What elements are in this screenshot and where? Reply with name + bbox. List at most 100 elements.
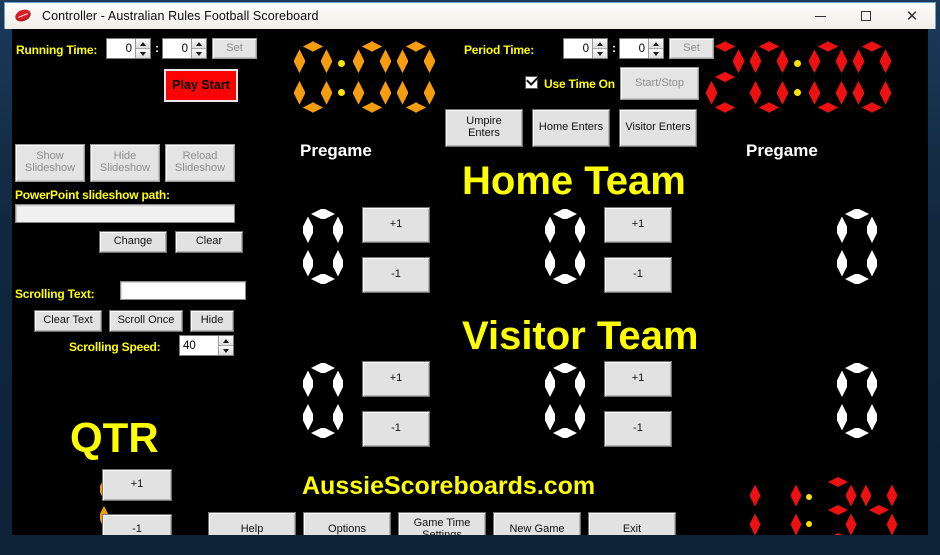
scrolling-speed-arrows[interactable] — [218, 336, 233, 355]
chevron-up-icon[interactable] — [136, 39, 150, 49]
title-bar: Controller - Australian Rules Football S… — [4, 2, 936, 29]
chevron-up-icon[interactable] — [219, 336, 233, 346]
scrolling-speed-label: Scrolling Speed: — [69, 340, 161, 354]
window-controls: ✕ — [797, 3, 935, 29]
quarter-label: QTR — [70, 414, 159, 461]
use-time-on-checkbox[interactable] — [525, 73, 539, 89]
seven-segment-digit — [750, 41, 788, 113]
help-button[interactable]: Help — [208, 512, 296, 535]
seven-segment-digit — [820, 477, 856, 535]
slideshow-path-input[interactable] — [15, 204, 235, 223]
chevron-down-icon[interactable] — [593, 49, 607, 58]
match-clock-status: Pregame — [300, 141, 372, 160]
chevron-down-icon[interactable] — [136, 49, 150, 58]
period-time-seconds-stepper[interactable]: 0 — [619, 38, 664, 59]
chevron-up-icon[interactable] — [192, 39, 206, 49]
chevron-down-icon[interactable] — [649, 49, 663, 58]
running-time-seconds-value: 0 — [181, 42, 188, 55]
maximize-icon[interactable] — [843, 3, 889, 29]
seven-segment-digit — [861, 477, 897, 535]
reload-slideshow-button[interactable]: Reload Slideshow — [165, 144, 235, 182]
seven-segment-digit — [303, 363, 343, 438]
seven-segment-digit — [765, 477, 801, 535]
seven-segment-digit — [706, 41, 744, 113]
scrolling-speed-stepper[interactable]: 40 — [179, 335, 234, 356]
football-icon — [12, 5, 34, 27]
minimize-icon[interactable] — [797, 3, 843, 29]
scrolling-text-ghost-label — [19, 272, 22, 283]
close-icon[interactable]: ✕ — [889, 3, 935, 29]
home-goals-plus-button[interactable]: +1 — [362, 207, 430, 243]
home-enters-button[interactable]: Home Enters — [532, 109, 610, 147]
period-clock-status: Pregame — [746, 141, 818, 160]
app-window: Controller - Australian Rules Football S… — [0, 0, 940, 555]
window-title: Controller - Australian Rules Football S… — [42, 9, 319, 23]
running-time-minutes-stepper[interactable]: 0 — [106, 38, 151, 59]
hide-slideshow-button[interactable]: Hide Slideshow — [90, 144, 160, 182]
visitor-behinds-minus-button[interactable]: -1 — [604, 411, 672, 447]
seven-segment-digit — [353, 41, 391, 113]
exit-button[interactable]: Exit — [588, 512, 676, 535]
period-time-minutes-stepper[interactable]: 0 — [563, 38, 608, 59]
branding-text: AussieScoreboards.com — [302, 472, 596, 500]
scrolling-text-input[interactable] — [120, 281, 246, 300]
scoreboard-controller-panel: Running Time: 0 : 0 Set Play Start Perio… — [12, 29, 928, 535]
home-behinds-plus-button[interactable]: +1 — [604, 207, 672, 243]
seven-segment-digit — [837, 363, 877, 438]
colon-separator — [794, 41, 801, 113]
chevron-up-icon[interactable] — [593, 39, 607, 49]
use-time-on-label: Use Time On — [544, 77, 615, 91]
period-time-separator: : — [612, 41, 616, 55]
visitor-goals-plus-button[interactable]: +1 — [362, 361, 430, 397]
slideshow-change-button[interactable]: Change — [99, 231, 167, 253]
colon-separator — [338, 41, 345, 113]
chevron-up-icon[interactable] — [649, 39, 663, 49]
running-time-set-button[interactable]: Set — [212, 38, 257, 59]
quarter-plus-button[interactable]: +1 — [102, 469, 172, 501]
running-time-label: Running Time: — [16, 43, 98, 57]
seven-segment-digit — [545, 363, 585, 438]
colon-separator — [806, 477, 812, 535]
new-game-button[interactable]: New Game — [493, 512, 581, 535]
seven-segment-digit — [853, 41, 891, 113]
quarter-minus-button[interactable]: -1 — [102, 514, 172, 535]
clear-scrolling-text-button[interactable]: Clear Text — [34, 310, 102, 332]
period-time-seconds-value: 0 — [638, 42, 645, 55]
home-goals-minus-button[interactable]: -1 — [362, 257, 430, 293]
period-time-seconds-arrows[interactable] — [648, 39, 663, 58]
period-time-minutes-value: 0 — [582, 42, 589, 55]
seven-segment-digit — [545, 209, 585, 284]
chevron-down-icon[interactable] — [219, 346, 233, 355]
seven-segment-digit — [303, 209, 343, 284]
running-time-separator: : — [155, 41, 159, 55]
seven-segment-digit — [809, 41, 847, 113]
play-start-button[interactable]: Play Start — [164, 69, 238, 102]
show-slideshow-button[interactable]: Show Slideshow — [15, 144, 85, 182]
chevron-down-icon[interactable] — [192, 49, 206, 58]
start-stop-button[interactable]: Start/Stop — [620, 67, 699, 100]
running-time-minutes-value: 0 — [125, 42, 132, 55]
seven-segment-digit — [837, 209, 877, 284]
scrolling-text-label: Scrolling Text: — [15, 287, 95, 301]
hide-scrolling-text-button[interactable]: Hide — [190, 310, 234, 332]
visitor-behinds-plus-button[interactable]: +1 — [604, 361, 672, 397]
visitor-enters-button[interactable]: Visitor Enters — [619, 109, 697, 147]
running-time-minutes-arrows[interactable] — [135, 39, 150, 58]
slideshow-clear-button[interactable]: Clear — [175, 231, 243, 253]
home-behinds-minus-button[interactable]: -1 — [604, 257, 672, 293]
visitor-goals-minus-button[interactable]: -1 — [362, 411, 430, 447]
slideshow-path-label: PowerPoint slideshow path: — [15, 188, 170, 202]
scroll-once-button[interactable]: Scroll Once — [109, 310, 183, 332]
scrolling-speed-value: 40 — [183, 339, 196, 352]
running-time-seconds-stepper[interactable]: 0 — [162, 38, 207, 59]
game-time-settings-button[interactable]: Game Time Settings — [398, 512, 486, 535]
seven-segment-digit — [397, 41, 435, 113]
umpire-enters-button[interactable]: Umpire Enters — [445, 109, 523, 147]
running-time-seconds-arrows[interactable] — [191, 39, 206, 58]
period-time-label: Period Time: — [464, 43, 535, 57]
visitor-team-label: Visitor Team — [462, 314, 699, 358]
period-time-minutes-arrows[interactable] — [592, 39, 607, 58]
home-team-label: Home Team — [462, 159, 686, 203]
seven-segment-digit — [294, 41, 332, 113]
options-button[interactable]: Options — [303, 512, 391, 535]
